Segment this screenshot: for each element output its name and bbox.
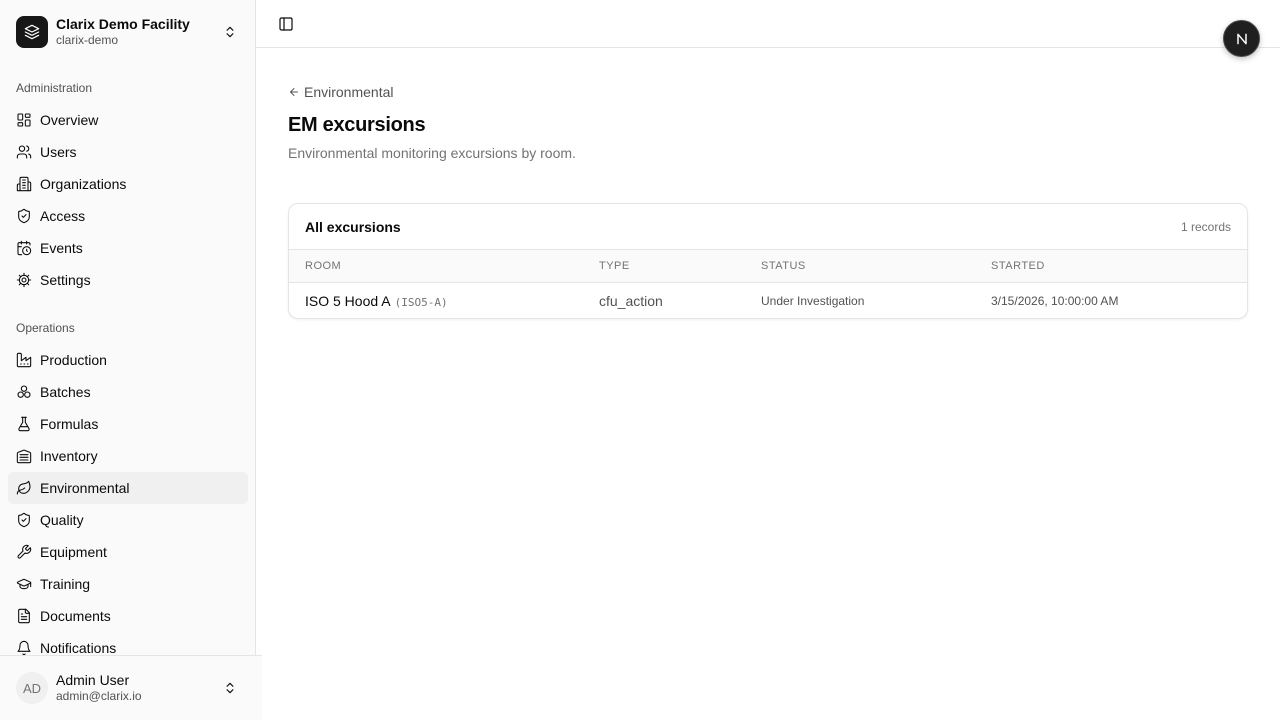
sidebar-item-documents[interactable]: Documents: [8, 600, 248, 632]
factory-icon: [16, 352, 32, 368]
chevrons-up-down-icon: [222, 680, 238, 696]
warehouse-icon: [16, 448, 32, 464]
group-label-administration: Administration: [16, 81, 93, 95]
sidebar-item-production[interactable]: Production: [8, 344, 248, 376]
column-header-status: Status: [761, 260, 806, 272]
admin-nav: Overview Users Organizations Access Even…: [8, 104, 248, 296]
layout-grid-icon: [16, 112, 32, 128]
column-header-started: Started: [991, 260, 1045, 272]
excursions-table: Room Type Status Started ISO 5 Hood A (IS…: [289, 249, 1247, 319]
file-text-icon: [16, 608, 32, 624]
sidebar-item-label: Batches: [40, 384, 91, 400]
layers-icon: [16, 16, 48, 48]
page-subtitle: Environmental monitoring excursions by r…: [288, 145, 576, 161]
user-name: Admin User: [56, 672, 130, 688]
column-header-room: Room: [305, 260, 342, 272]
boxes-icon: [16, 384, 32, 400]
org-slug: clarix-demo: [56, 33, 119, 47]
users-icon: [16, 144, 32, 160]
sidebar-item-label: Inventory: [40, 448, 98, 464]
sidebar-item-quality[interactable]: Quality: [8, 504, 248, 536]
card-title: All excursions: [305, 218, 401, 235]
sidebar-item-training[interactable]: Training: [8, 568, 248, 600]
group-label-operations: Operations: [16, 321, 75, 335]
chevrons-up-down-icon: [222, 24, 238, 40]
sidebar-item-equipment[interactable]: Equipment: [8, 536, 248, 568]
leaf-icon: [16, 480, 32, 496]
sidebar-item-label: Access: [40, 208, 86, 224]
avatar: AD: [16, 672, 48, 704]
sidebar-item-label: Overview: [40, 112, 99, 128]
cell-type: cfu_action: [599, 283, 761, 319]
sidebar-item-inventory[interactable]: Inventory: [8, 440, 248, 472]
column-header-type: Type: [599, 260, 630, 272]
sidebar-item-label: Notifications: [40, 640, 117, 656]
room-name: ISO 5 Hood A: [305, 292, 391, 309]
table-row[interactable]: ISO 5 Hood A (ISO5-A) cfu_action Under In…: [289, 283, 1247, 319]
floating-assistant-button[interactable]: [1223, 20, 1260, 57]
org-name: Clarix Demo Facility: [56, 16, 190, 32]
user-menu[interactable]: AD Admin User admin@clarix.io: [8, 664, 248, 712]
record-count: 1 records: [1180, 219, 1231, 234]
graduation-cap-icon: [16, 576, 32, 592]
sidebar-item-label: Training: [40, 576, 91, 592]
sidebar-item-label: Events: [40, 240, 83, 256]
page-title: EM excursions: [288, 114, 426, 136]
n-logo-icon: [1234, 31, 1250, 47]
sidebar-item-overview[interactable]: Overview: [8, 104, 248, 136]
shield-check-icon: [16, 208, 32, 224]
sidebar-item-label: Users: [40, 144, 77, 160]
cell-room: ISO 5 Hood A (ISO5-A): [289, 283, 599, 319]
user-email: admin@clarix.io: [56, 689, 142, 703]
org-switcher[interactable]: Clarix Demo Facility clarix-demo: [8, 8, 248, 56]
sidebar-toggle-button[interactable]: [276, 14, 296, 34]
sidebar-item-formulas[interactable]: Formulas: [8, 408, 248, 440]
sidebar-item-environmental[interactable]: Environmental: [8, 472, 248, 504]
building-icon: [16, 176, 32, 192]
sidebar-item-users[interactable]: Users: [8, 136, 248, 168]
sidebar-item-events[interactable]: Events: [8, 232, 248, 264]
back-link-label: Environmental: [304, 84, 394, 100]
flask-icon: [16, 416, 32, 432]
sidebar-item-label: Settings: [40, 272, 91, 288]
cell-status: Under Investigation: [761, 283, 991, 319]
back-link[interactable]: Environmental: [288, 84, 394, 100]
sidebar-item-label: Formulas: [40, 416, 99, 432]
room-code: (ISO5-A): [394, 295, 448, 309]
gear-icon: [16, 272, 32, 288]
calendar-clock-icon: [16, 240, 32, 256]
wrench-icon: [16, 544, 32, 560]
sidebar-item-access[interactable]: Access: [8, 200, 248, 232]
cell-started: 3/15/2026, 10:00:00 AM: [991, 283, 1247, 319]
table-header-row: Room Type Status Started: [289, 249, 1247, 283]
arrow-left-icon: [288, 86, 304, 98]
sidebar-item-label: Documents: [40, 608, 111, 624]
shield-check-icon: [16, 512, 32, 528]
excursion-type: cfu_action: [599, 292, 663, 309]
bell-icon: [16, 640, 32, 656]
sidebar-item-label: Production: [40, 352, 107, 368]
sidebar: Clarix Demo Facility clarix-demo Adminis…: [0, 0, 262, 720]
sidebar-item-label: Quality: [40, 512, 84, 528]
status-text: Under Investigation: [761, 294, 865, 309]
sidebar-item-label: Environmental: [40, 480, 130, 496]
top-bar: [256, 0, 1280, 48]
started-timestamp: 3/15/2026, 10:00:00 AM: [991, 294, 1119, 309]
sidebar-item-label: Equipment: [40, 544, 107, 560]
panel-left-icon: [278, 16, 294, 32]
sidebar-item-settings[interactable]: Settings: [8, 264, 248, 296]
sidebar-item-label: Organizations: [40, 176, 127, 192]
sidebar-footer: AD Admin User admin@clarix.io: [0, 655, 262, 720]
sidebar-item-organizations[interactable]: Organizations: [8, 168, 248, 200]
excursions-card: All excursions 1 records Room Type Statu…: [288, 203, 1248, 319]
operations-nav: Production Batches Formulas Inventory En…: [8, 344, 248, 664]
sidebar-item-batches[interactable]: Batches: [8, 376, 248, 408]
